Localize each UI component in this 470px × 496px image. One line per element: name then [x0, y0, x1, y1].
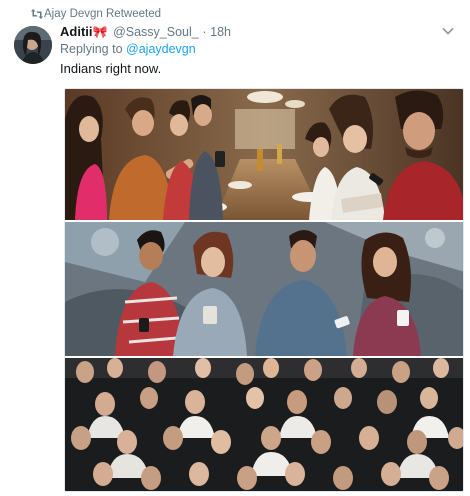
crowd-business-people-on-phones-photo[interactable]: [65, 358, 463, 491]
tweet-card[interactable]: Ajay Devgn Retweeted Aditii🎀 @Sassy_Soul…: [0, 0, 470, 496]
replying-to-label: Replying to: [60, 42, 123, 56]
tweet-media[interactable]: [64, 88, 464, 492]
avatar[interactable]: [14, 26, 52, 64]
replying-to: Replying to @ajaydevgn: [60, 42, 196, 56]
people-with-phones-graffiti-wall-photo[interactable]: [65, 222, 463, 356]
author-handle[interactable]: @Sassy_Soul_: [113, 25, 199, 39]
bow-emoji: 🎀: [92, 25, 108, 39]
tweet-timestamp[interactable]: 18h: [210, 25, 231, 39]
tweet-text: Indians right now.: [60, 61, 162, 76]
separator-dot: ·: [202, 25, 207, 39]
tweet-header: Aditii🎀 @Sassy_Soul_ · 18h: [60, 24, 460, 42]
people-at-restaurant-table-phones-photo[interactable]: [65, 89, 463, 220]
retweet-label[interactable]: Ajay Devgn Retweeted: [44, 8, 161, 20]
chevron-down-icon[interactable]: [442, 26, 454, 36]
reply-mention-link[interactable]: @ajaydevgn: [126, 42, 196, 56]
retweet-icon: [31, 9, 43, 19]
author-name[interactable]: Aditii: [60, 24, 93, 39]
retweet-context[interactable]: Ajay Devgn Retweeted: [31, 8, 161, 20]
